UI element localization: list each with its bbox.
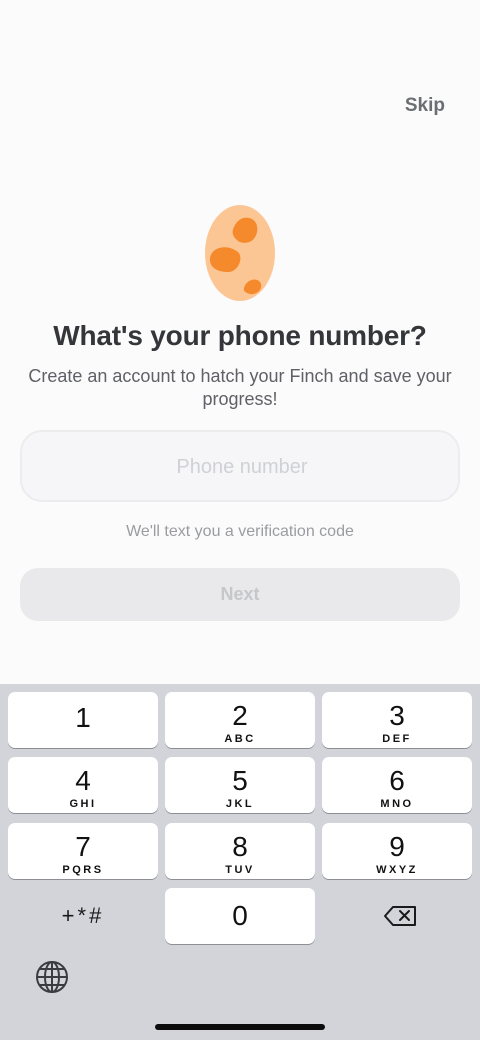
key-6[interactable]: 6 MNO — [322, 757, 472, 813]
key-letters: GHI — [69, 798, 97, 810]
key-letters: ABC — [224, 733, 256, 745]
skip-button[interactable]: Skip — [405, 95, 445, 117]
globe-icon[interactable] — [34, 959, 70, 995]
key-letters: WXYZ — [376, 864, 418, 876]
key-digit: 7 — [75, 831, 91, 862]
home-indicator — [155, 1024, 325, 1030]
key-letters: PQRS — [62, 864, 104, 876]
key-digit: 4 — [75, 765, 91, 796]
key-digit: 0 — [232, 900, 248, 931]
key-digit: 6 — [389, 765, 405, 796]
key-2[interactable]: 2 ABC — [165, 692, 315, 748]
delete-key[interactable] — [322, 888, 472, 944]
key-4[interactable]: 4 GHI — [8, 757, 158, 813]
next-button[interactable]: Next — [20, 568, 460, 621]
key-8[interactable]: 8 TUV — [165, 823, 315, 879]
backspace-icon — [384, 906, 416, 926]
key-digit: 8 — [232, 831, 248, 862]
key-digit: 2 — [232, 700, 248, 731]
key-digit: 9 — [389, 831, 405, 862]
spotted-egg-icon — [205, 205, 275, 301]
symbols-key[interactable]: +*# — [8, 888, 158, 944]
key-digit: 3 — [389, 700, 405, 731]
numeric-keypad: 1 2 ABC 3 DEF 4 GHI 5 JKL 6 MNO 7 PQRS 8… — [0, 684, 480, 1040]
key-9[interactable]: 9 WXYZ — [322, 823, 472, 879]
key-5[interactable]: 5 JKL — [165, 757, 315, 813]
key-letters: JKL — [225, 798, 255, 810]
phone-number-field[interactable] — [20, 430, 462, 502]
page-title: What's your phone number? — [53, 320, 427, 351]
key-digit: 1 — [75, 702, 91, 733]
key-7[interactable]: 7 PQRS — [8, 823, 158, 879]
key-letters: DEF — [382, 733, 412, 745]
key-3[interactable]: 3 DEF — [322, 692, 472, 748]
key-letters: TUV — [225, 864, 255, 876]
verification-hint: We'll text you a verification code — [126, 523, 354, 540]
phone-number-input[interactable] — [22, 432, 462, 502]
page-subtitle: Create an account to hatch your Finch an… — [28, 366, 452, 409]
key-0[interactable]: 0 — [165, 888, 315, 944]
key-digit: 5 — [232, 765, 248, 796]
key-letters: MNO — [380, 798, 414, 810]
key-1[interactable]: 1 — [8, 692, 158, 748]
